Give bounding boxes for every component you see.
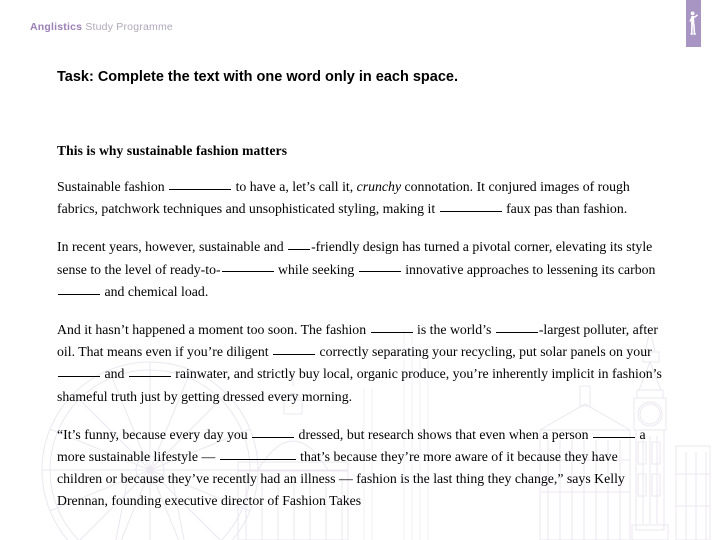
page-header: Anglistics Study Programme [0,0,720,50]
text-run: Sustainable fashion [57,179,169,194]
answer-blank[interactable] [58,281,100,295]
answer-blank[interactable] [273,341,316,355]
text-run: In recent years, however, sustainable an… [57,239,288,255]
text-run: “It’s funny, because every day you [57,426,252,442]
brand-title: Anglistics Study Programme [30,21,173,33]
text-run: to have a, let’s call it, [232,179,357,194]
paragraph-p3: And it hasn’t happened a moment too soon… [57,319,663,408]
text-run: dressed, but research shows that even wh… [295,426,593,442]
text-run: is the world’s [413,322,495,338]
task-instruction: Task: Complete the text with one word on… [57,69,458,85]
text-run: innovative approaches to lessening its c… [401,261,656,277]
answer-blank[interactable] [288,236,311,251]
answer-blank[interactable] [169,176,232,190]
logo-band [686,0,701,47]
answer-blank[interactable] [370,319,413,333]
answer-blank[interactable] [58,363,100,378]
answer-blank[interactable] [221,259,274,273]
brand-subtitle: Study Programme [85,21,173,33]
text-run: and chemical load. [101,283,209,299]
answer-blank[interactable] [495,319,538,333]
answer-blank[interactable] [219,446,296,460]
paragraph-list: Sustainable fashion to have a, let’s cal… [57,176,663,513]
text-run: And it hasn’t happened a moment too soon… [57,322,370,338]
person-figure-icon [689,11,698,35]
text-run: correctly separating your recycling, put… [316,344,652,360]
answer-blank[interactable] [358,259,401,273]
emphasized-word: crunchy [356,179,402,194]
paragraph-p4: “It’s funny, because every day you dress… [57,424,663,513]
article-title: This is why sustainable fashion matters [57,143,288,158]
answer-blank[interactable] [128,363,171,378]
article-body: This is why sustainable fashion matters … [57,143,663,513]
answer-blank[interactable] [252,424,295,438]
text-run: while seeking [274,261,358,277]
paragraph-p1: Sustainable fashion to have a, let’s cal… [57,176,663,220]
brand-name: Anglistics [30,21,83,33]
answer-blank[interactable] [593,424,636,438]
text-run: faux pas than fashion. [502,201,628,217]
text-run: and [101,366,128,382]
answer-blank[interactable] [439,198,502,212]
paragraph-p2: In recent years, however, sustainable an… [57,236,663,303]
